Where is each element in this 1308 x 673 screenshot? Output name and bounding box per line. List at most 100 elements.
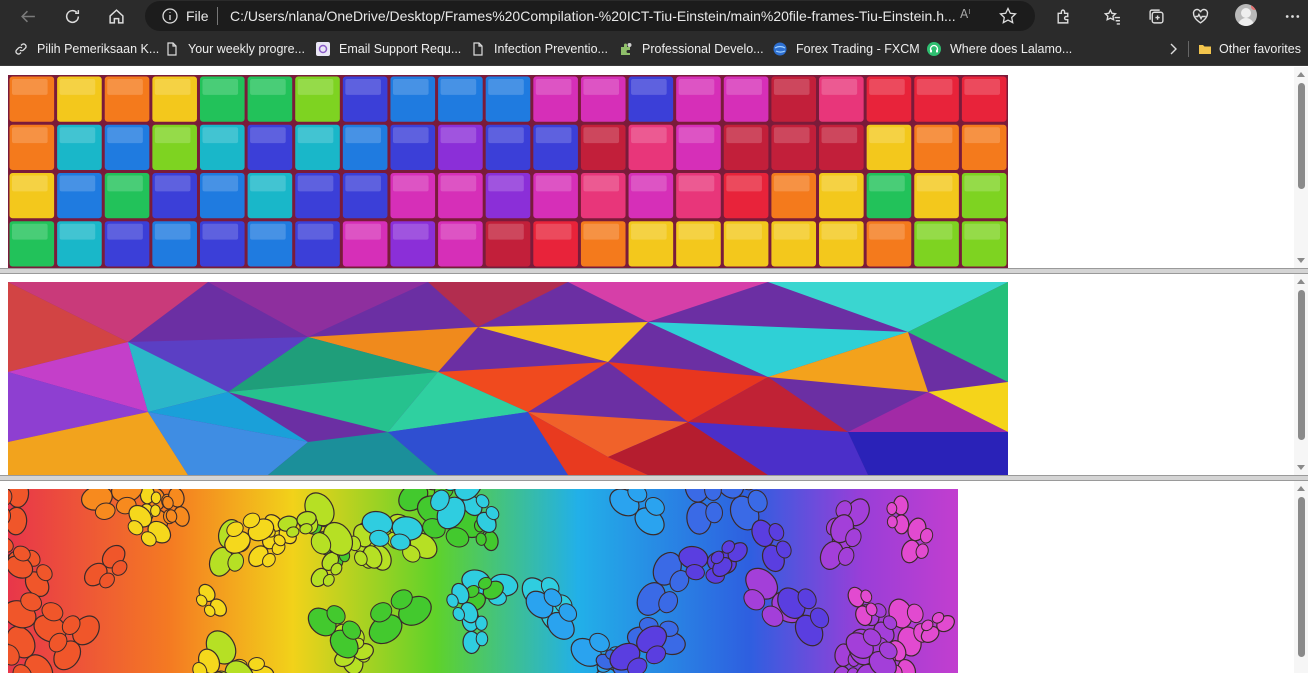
favorites-list-icon xyxy=(1103,8,1120,25)
frame-1-scrollbar[interactable] xyxy=(1294,67,1308,268)
extensions-button[interactable] xyxy=(1050,4,1076,28)
bookmark-label: Forex Trading - FXCM xyxy=(796,42,920,56)
cube-highlight xyxy=(678,175,715,192)
cube-highlight xyxy=(916,223,953,240)
bookmark-item[interactable]: Where does Lalamo... xyxy=(927,40,1072,58)
bookmarks-bar: Pilih Pemeriksaan K... Your weekly progr… xyxy=(0,32,1308,66)
cube-highlight xyxy=(59,223,96,240)
cube-highlight xyxy=(59,175,96,192)
bookmark-item[interactable]: Your weekly progre... xyxy=(165,40,305,58)
cube-highlight xyxy=(583,79,620,95)
scroll-down-arrow-icon[interactable] xyxy=(1297,465,1305,470)
cubes-graphic xyxy=(8,75,1008,268)
bookmark-item[interactable]: Infection Preventio... xyxy=(471,40,608,58)
bookmark-item[interactable]: Pilih Pemeriksaan K... xyxy=(14,40,159,58)
link-icon xyxy=(15,43,27,55)
cube-highlight xyxy=(726,175,762,192)
favorite-star-icon[interactable] xyxy=(998,6,1018,26)
cube-highlight xyxy=(488,127,524,144)
refresh-button[interactable] xyxy=(59,4,85,28)
cube-highlight xyxy=(726,79,762,95)
puzzle-icon xyxy=(621,43,632,55)
other-favorites-label: Other favorites xyxy=(1219,42,1301,56)
colorful-cubes-image xyxy=(8,75,1008,268)
cube-highlight xyxy=(488,79,524,95)
cube-highlight xyxy=(916,175,953,192)
cube-highlight xyxy=(869,79,905,95)
cube-highlight xyxy=(488,223,524,240)
cube-highlight xyxy=(631,175,667,192)
cube-highlight xyxy=(773,175,810,192)
refresh-icon xyxy=(65,9,79,23)
cube-highlight xyxy=(869,223,905,240)
home-button[interactable] xyxy=(103,4,129,28)
address-bar[interactable]: File C:/Users/nlana/OneDrive/Desktop/Fra… xyxy=(145,1,1035,31)
cube-highlight xyxy=(297,79,334,95)
profile-avatar[interactable] xyxy=(1235,4,1257,26)
cube-highlight xyxy=(440,127,477,144)
collections-button[interactable] xyxy=(1143,4,1169,28)
cube-highlight xyxy=(964,223,1000,240)
frame-2-scrollbar[interactable] xyxy=(1294,274,1308,475)
cube-highlight xyxy=(202,127,239,144)
cube-highlight xyxy=(345,175,381,192)
low-poly-image xyxy=(8,282,1008,475)
cube-highlight xyxy=(250,79,286,95)
cube-highlight xyxy=(821,223,858,240)
cube-highlight xyxy=(297,175,334,192)
cube-highlight xyxy=(12,175,48,192)
url-text[interactable]: C:/Users/nlana/OneDrive/Desktop/Frames%2… xyxy=(230,8,1015,24)
cube-highlight xyxy=(202,223,239,240)
cube-highlight xyxy=(59,127,96,144)
scrollbar-thumb[interactable] xyxy=(1298,290,1305,440)
favorites-button[interactable] xyxy=(1099,4,1125,28)
page-icon xyxy=(473,42,483,56)
back-arrow-icon xyxy=(20,10,35,22)
cube-highlight xyxy=(535,175,572,192)
bookmark-label: Your weekly progre... xyxy=(188,42,305,56)
settings-more-button[interactable] xyxy=(1279,4,1305,28)
bookmarks-overflow-button[interactable] xyxy=(1166,40,1189,58)
bookmark-item[interactable]: Forex Trading - FXCM xyxy=(773,40,920,58)
butterflies-graphic xyxy=(8,489,958,673)
browser-essentials-button[interactable] xyxy=(1187,4,1213,28)
cube-highlight xyxy=(107,223,143,240)
bookmark-label: Infection Preventio... xyxy=(494,42,608,56)
cube-highlight xyxy=(392,223,429,240)
cube-highlight xyxy=(964,79,1000,95)
address-separator xyxy=(217,7,218,25)
frame-2 xyxy=(0,274,1308,475)
cube-highlight xyxy=(535,79,572,95)
cube-highlight xyxy=(631,79,667,95)
frame-1 xyxy=(0,67,1308,268)
cube-highlight xyxy=(250,175,286,192)
scroll-down-arrow-icon[interactable] xyxy=(1297,258,1305,263)
cube-highlight xyxy=(583,175,620,192)
frame-3-scrollbar[interactable] xyxy=(1294,481,1308,673)
cube-highlight xyxy=(345,127,381,144)
cube-highlight xyxy=(440,175,477,192)
cube-highlight xyxy=(678,79,715,95)
scroll-up-arrow-icon[interactable] xyxy=(1297,279,1305,284)
scrollbar-thumb[interactable] xyxy=(1298,83,1305,189)
scroll-up-arrow-icon[interactable] xyxy=(1297,72,1305,77)
scrollbar-thumb[interactable] xyxy=(1298,497,1305,657)
scroll-up-arrow-icon[interactable] xyxy=(1297,486,1305,491)
more-dots-icon xyxy=(1285,14,1299,18)
cube-highlight xyxy=(12,79,48,95)
bookmark-item[interactable]: Professional Develo... xyxy=(619,40,764,58)
cube-highlight xyxy=(964,127,1000,144)
cube-highlight xyxy=(59,79,96,95)
cube-highlight xyxy=(392,175,429,192)
info-icon[interactable] xyxy=(161,7,179,25)
other-favorites-button[interactable]: Other favorites xyxy=(1198,40,1301,58)
read-aloud-icon[interactable]: Aˡ xyxy=(960,7,980,25)
low-poly-graphic xyxy=(8,282,1008,475)
back-button[interactable] xyxy=(15,4,41,28)
frame-3 xyxy=(0,481,1308,673)
cube-highlight xyxy=(392,79,429,95)
bookmark-item[interactable]: Email Support Requ... xyxy=(316,40,461,58)
cube-highlight xyxy=(773,127,810,144)
scheme-label: File xyxy=(186,8,209,24)
page-content xyxy=(0,67,1308,673)
